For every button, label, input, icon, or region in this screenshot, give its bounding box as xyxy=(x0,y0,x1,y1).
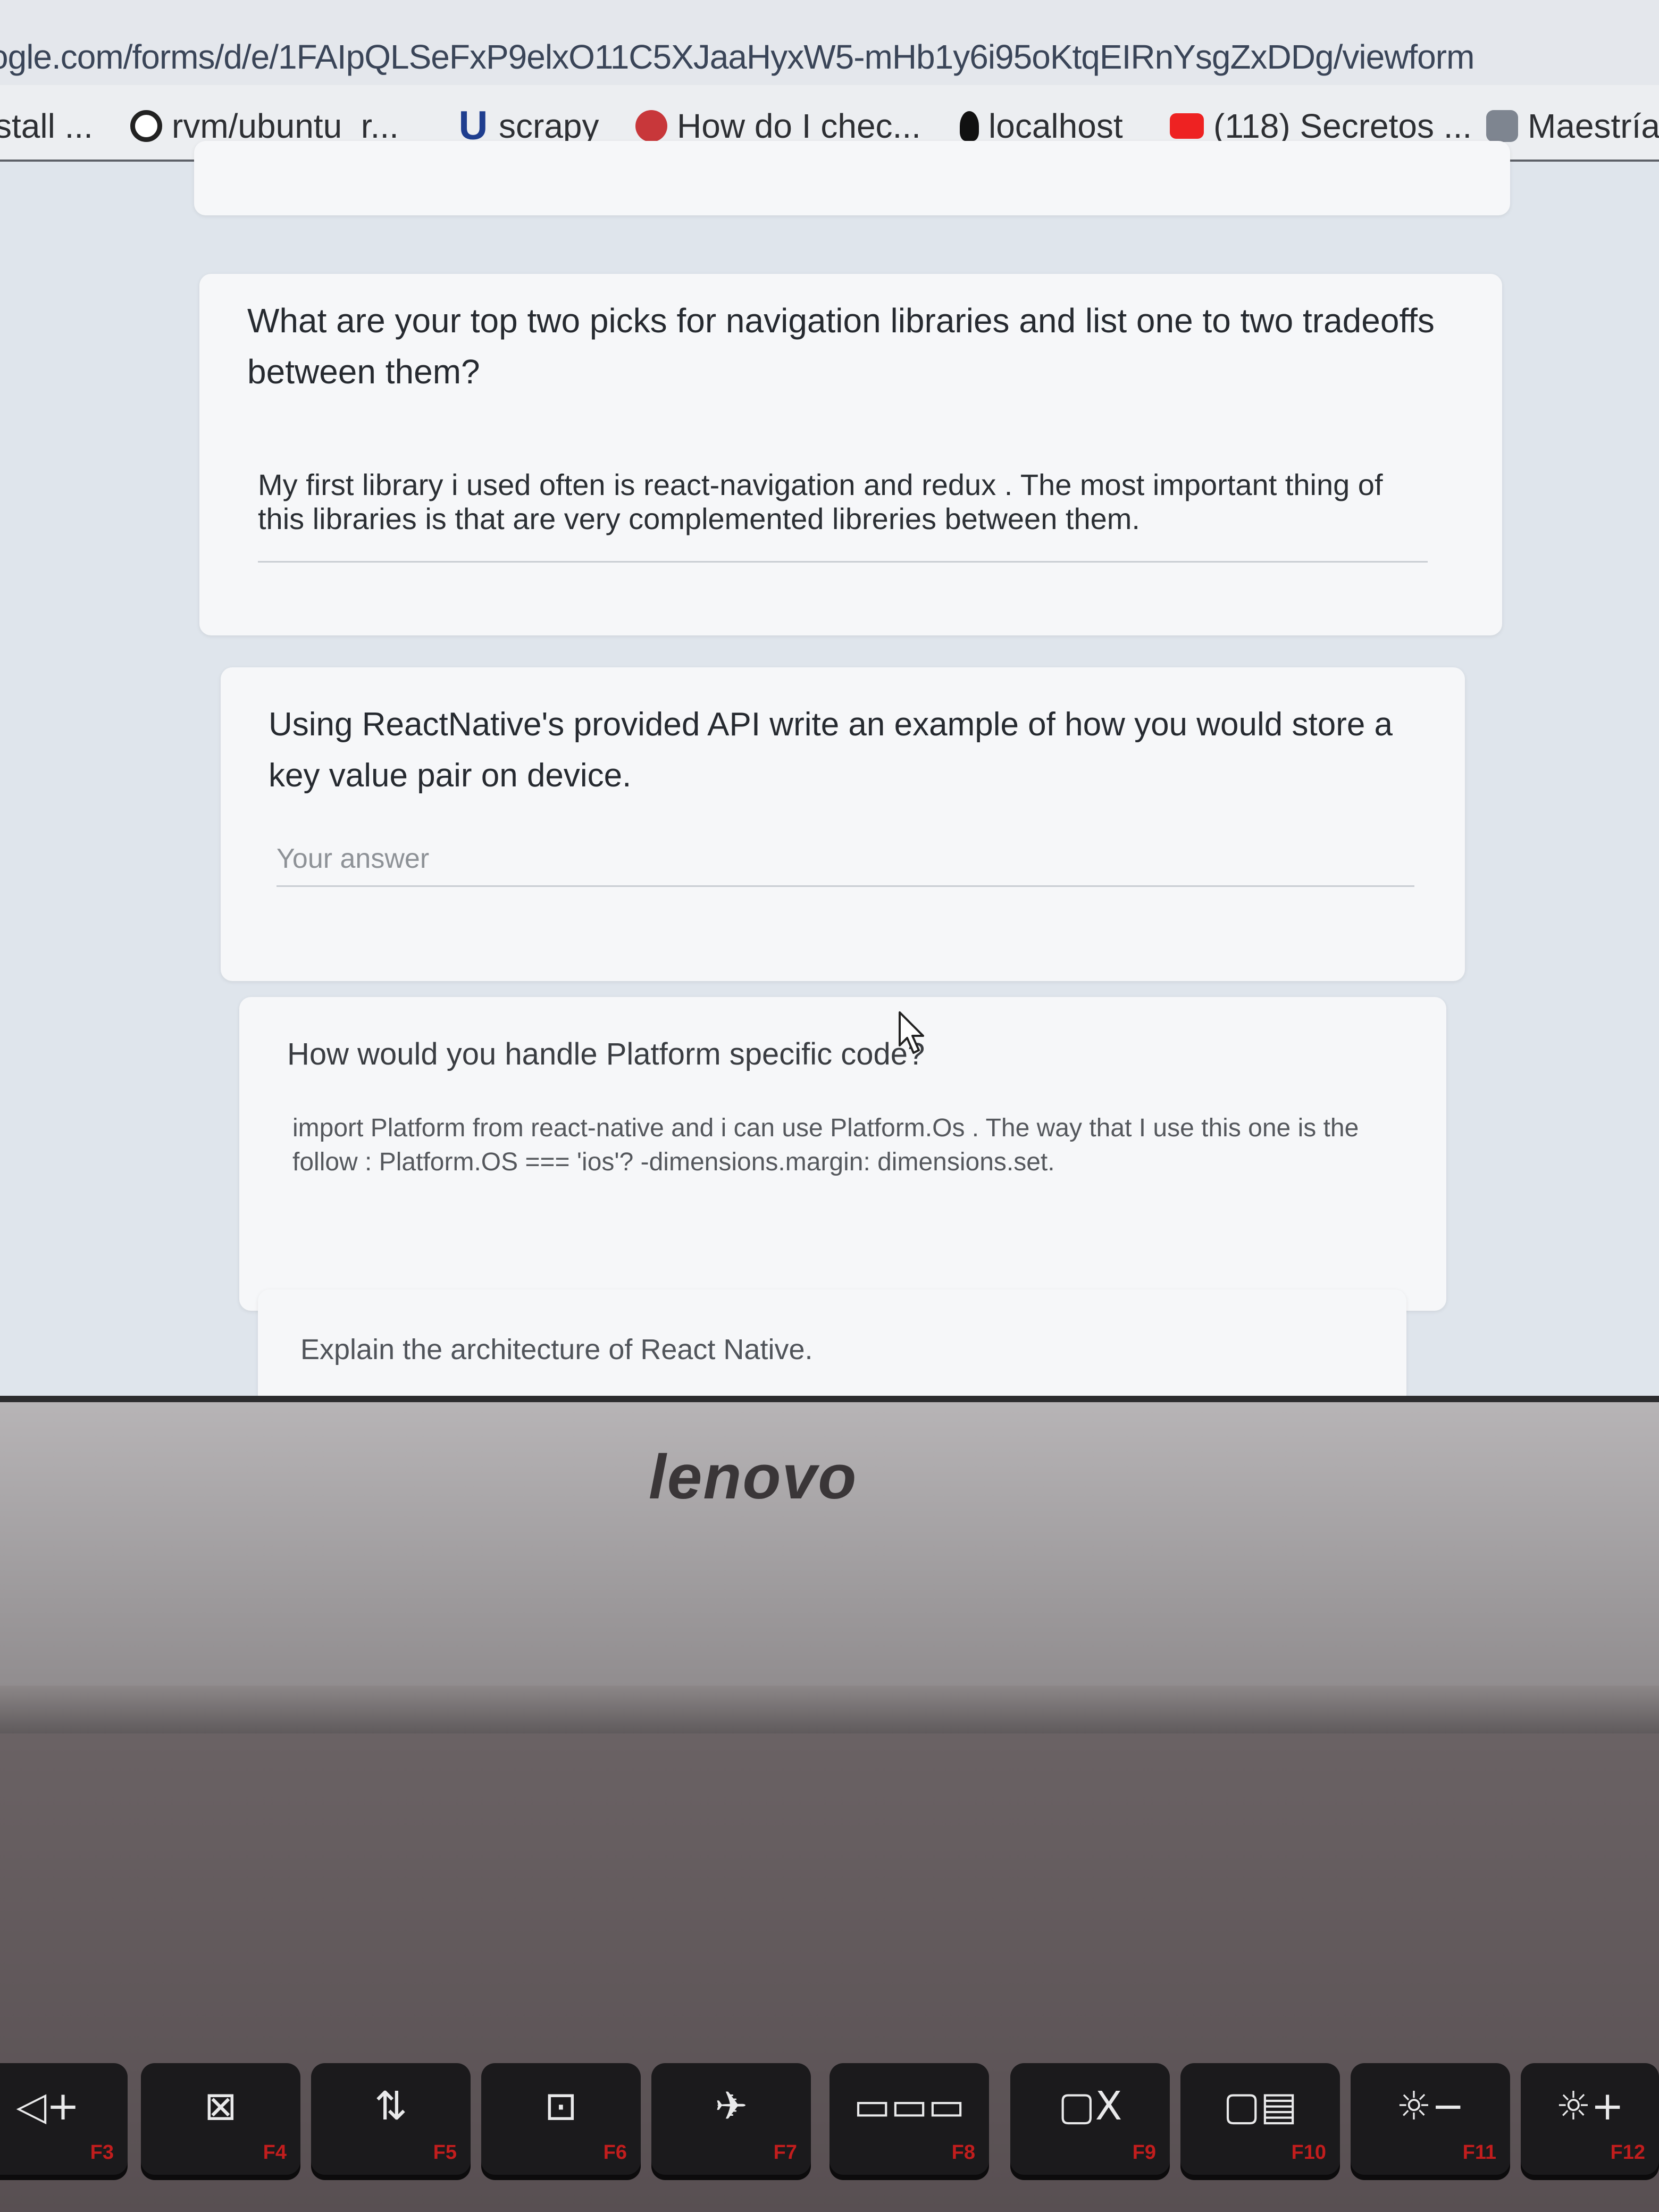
touchpad-off-icon: ⊡ xyxy=(544,2083,577,2129)
key-f3[interactable]: ◁+ F3 xyxy=(0,2063,128,2175)
key-f9[interactable]: ▢X F9 xyxy=(1010,2063,1170,2175)
fn-label: F10 xyxy=(1291,2141,1326,2164)
lenovo-logo: lenovo xyxy=(649,1442,858,1512)
key-f5[interactable]: ⇅ F5 xyxy=(311,2063,471,2175)
key-f8[interactable]: ▭▭▭ F8 xyxy=(830,2063,989,2175)
laptop-hinge xyxy=(0,1686,1659,1733)
camera-icon: ▭▭▭ xyxy=(853,2083,965,2129)
fn-label: F8 xyxy=(951,2141,975,2164)
answer-text[interactable]: My first library i used often is react-n… xyxy=(258,468,1428,536)
form-content: What are your top two picks for navigati… xyxy=(0,141,1659,1396)
answer-text[interactable]: import Platform from react-native and i … xyxy=(292,1111,1398,1179)
answer-underline xyxy=(258,561,1428,563)
bookmark-localhost[interactable]: localhost xyxy=(960,106,1123,146)
lightbulb-icon xyxy=(960,111,979,141)
bookmark-maestria[interactable]: Maestría xyxy=(1486,106,1659,146)
key-f11[interactable]: ☼− F11 xyxy=(1351,2063,1510,2175)
question-card-navigation: What are your top two picks for navigati… xyxy=(199,274,1502,635)
previous-question-card xyxy=(194,141,1510,215)
bookmark-label: Maestría xyxy=(1528,107,1659,145)
fn-label: F7 xyxy=(773,2141,797,2164)
question-card-architecture: Explain the architecture of React Native… xyxy=(258,1289,1406,1396)
close-window-icon: ⊠ xyxy=(204,2083,237,2129)
brightness-up-icon: ☼+ xyxy=(1555,2083,1624,2129)
youtube-icon xyxy=(1170,113,1204,139)
question-title: Explain the architecture of React Native… xyxy=(300,1334,813,1365)
screen-off-icon: ▢X xyxy=(1058,2083,1122,2129)
bookmark-rvm-ubuntu[interactable]: rvm/ubuntu_r... xyxy=(130,106,399,146)
fn-label: F6 xyxy=(603,2141,627,2164)
bookmark-label: stall ... xyxy=(0,107,93,145)
key-f7[interactable]: ✈ F7 xyxy=(651,2063,811,2175)
answer-placeholder[interactable]: Your answer xyxy=(276,843,429,875)
fn-label: F9 xyxy=(1132,2141,1156,2164)
bookmark-label: (118) Secretos ... xyxy=(1213,107,1472,145)
bookmark-label: rvm/ubuntu_r... xyxy=(172,107,399,145)
ask-icon xyxy=(635,110,667,142)
airplane-mode-icon: ✈ xyxy=(714,2083,748,2129)
question-title: Using ReactNative's provided API write a… xyxy=(269,706,1393,794)
brightness-down-icon: ☼− xyxy=(1396,2083,1465,2129)
volume-up-icon: ◁+ xyxy=(16,2083,80,2129)
fn-label: F12 xyxy=(1610,2141,1645,2164)
bookmark-label: How do I chec... xyxy=(677,107,921,145)
refresh-icon: ⇅ xyxy=(374,2083,407,2129)
answer-underline xyxy=(276,885,1414,887)
mouse-cursor-icon xyxy=(899,1011,924,1054)
fn-label: F5 xyxy=(433,2141,457,2164)
url-text[interactable]: ogle.com/forms/d/e/1FAIpQLSeFxP9elxO11C5… xyxy=(0,37,1474,77)
display-switch-icon: ▢▤ xyxy=(1223,2083,1297,2129)
question-title: What are your top two picks for navigati… xyxy=(247,301,1435,391)
github-icon xyxy=(130,110,162,142)
gear-icon xyxy=(1486,110,1518,142)
bookmark-label: scrapy xyxy=(499,107,599,145)
bookmark-secretos[interactable]: (118) Secretos ... xyxy=(1170,106,1472,146)
question-card-platform-code: How would you handle Platform specific c… xyxy=(239,997,1446,1311)
question-card-key-value: Using ReactNative's provided API write a… xyxy=(221,667,1465,981)
question-title: How would you handle Platform specific c… xyxy=(287,1037,925,1071)
bookmark-scrapy[interactable]: U scrapy xyxy=(457,106,599,146)
fn-label: F11 xyxy=(1462,2141,1496,2164)
key-f12[interactable]: ☼+ F12 xyxy=(1521,2063,1659,2175)
address-bar[interactable]: ogle.com/forms/d/e/1FAIpQLSeFxP9elxO11C5… xyxy=(0,0,1659,86)
key-f10[interactable]: ▢▤ F10 xyxy=(1180,2063,1340,2175)
fn-label: F3 xyxy=(90,2141,114,2164)
bookmark-label: localhost xyxy=(988,107,1123,145)
u-logo-icon: U xyxy=(458,103,488,148)
bookmark-install[interactable]: stall ... xyxy=(0,106,93,146)
bookmark-how-do-i-check[interactable]: How do I chec... xyxy=(635,106,921,146)
key-f4[interactable]: ⊠ F4 xyxy=(141,2063,300,2175)
fn-label: F4 xyxy=(263,2141,287,2164)
key-f6[interactable]: ⊡ F6 xyxy=(481,2063,641,2175)
laptop-screen: ogle.com/forms/d/e/1FAIpQLSeFxP9elxO11C5… xyxy=(0,0,1659,1396)
